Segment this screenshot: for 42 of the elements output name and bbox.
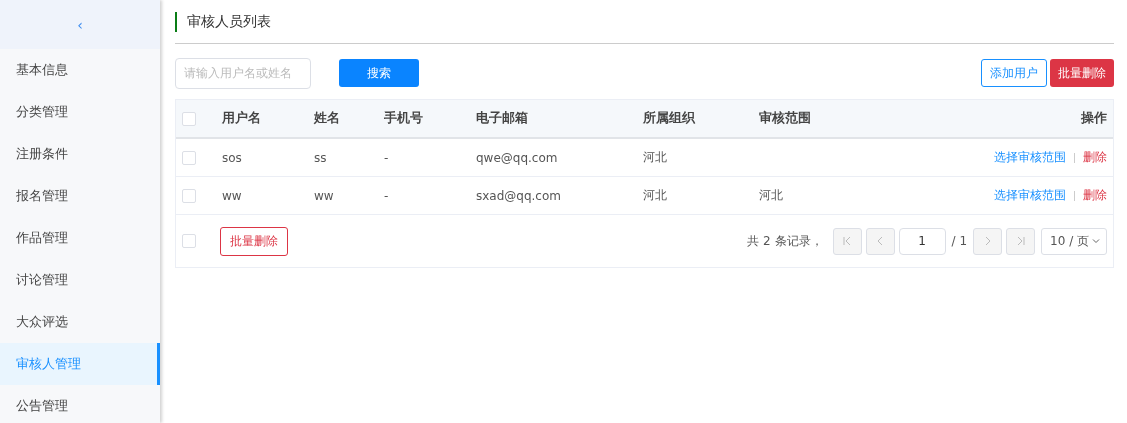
column-header: 手机号 bbox=[384, 110, 424, 127]
batch-delete-button[interactable]: 批量删除 bbox=[1050, 59, 1114, 87]
checkbox[interactable] bbox=[182, 188, 196, 203]
table-cell-text: ss bbox=[314, 150, 328, 165]
page-size-select[interactable]: 10 / 页 bbox=[1041, 227, 1107, 255]
sidebar-item[interactable]: 基本信息 bbox=[0, 49, 160, 91]
table-cell-text: 河北 bbox=[759, 187, 784, 204]
record-count: 共 2 条记录， bbox=[747, 232, 823, 250]
table-cell-text: 河北 bbox=[643, 187, 668, 204]
table-cell-text: 河北 bbox=[643, 149, 668, 166]
delete-link[interactable]: 删除 bbox=[1083, 149, 1107, 166]
checkbox[interactable] bbox=[182, 234, 196, 248]
table-cell-text: qwe@qq.com bbox=[476, 150, 559, 165]
batch-delete-button[interactable]: 批量删除 bbox=[220, 226, 288, 256]
column-header: 电子邮箱 bbox=[476, 110, 529, 127]
total-pages: / 1 bbox=[951, 234, 968, 248]
sidebar-item[interactable]: 报名管理 bbox=[0, 175, 160, 217]
table-cell-text: ww bbox=[314, 188, 335, 203]
column-header: 操作 bbox=[1081, 110, 1108, 127]
page-title: 审核人员列表 bbox=[187, 13, 271, 31]
table-cell-text: - bbox=[384, 150, 390, 165]
table-cell-text: - bbox=[384, 188, 390, 203]
column-header: 审核范围 bbox=[759, 110, 812, 127]
sidebar-item[interactable]: 讨论管理 bbox=[0, 259, 160, 301]
delete-link[interactable]: 删除 bbox=[1083, 187, 1107, 204]
caret-icon bbox=[1092, 237, 1100, 245]
table-cell-text: ww bbox=[222, 188, 243, 203]
sidebar-item[interactable]: 公告管理 bbox=[0, 385, 160, 423]
sidebar-item[interactable]: 作品管理 bbox=[0, 217, 160, 259]
page-number-field[interactable]: 1 bbox=[898, 227, 946, 255]
search-button[interactable]: 搜索 bbox=[339, 59, 419, 87]
sidebar-item[interactable]: 分类管理 bbox=[0, 91, 160, 133]
checkbox[interactable] bbox=[182, 112, 196, 127]
table-cell-text: sxad@qq.com bbox=[476, 188, 562, 203]
column-header: 用户名 bbox=[222, 110, 262, 127]
search-field[interactable]: 请输入用户名或姓名 bbox=[175, 57, 311, 89]
sidebar-item[interactable]: 大众评选 bbox=[0, 301, 160, 343]
table-cell-text: sos bbox=[222, 150, 243, 165]
column-header: 姓名 bbox=[314, 110, 341, 127]
checkbox[interactable] bbox=[182, 150, 196, 165]
sidebar-item[interactable]: 注册条件 bbox=[0, 133, 160, 175]
column-header: 所属组织 bbox=[643, 110, 696, 127]
